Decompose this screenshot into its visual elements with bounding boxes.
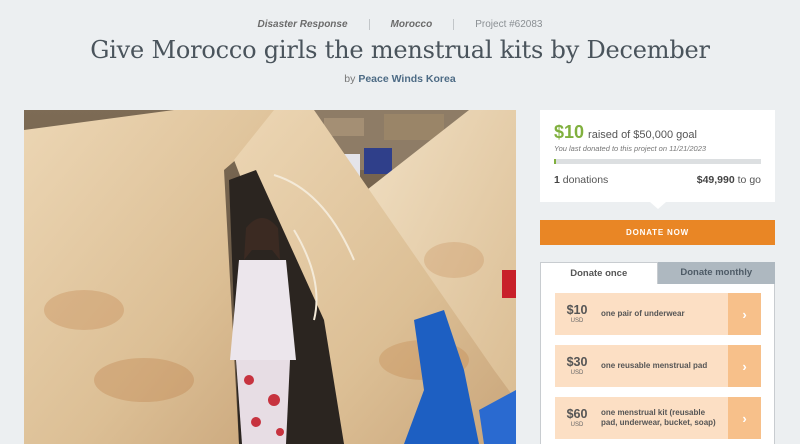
option-amount: $30 USD bbox=[555, 356, 599, 377]
donation-count-label: donations bbox=[562, 174, 609, 186]
breadcrumb-country-link[interactable]: Morocco bbox=[391, 19, 433, 30]
donation-options-panel: $10 USD one pair of underwear › $30 USD … bbox=[540, 284, 775, 444]
last-donation-note: You last donated to this project on 11/2… bbox=[554, 144, 707, 153]
option-price: $60 bbox=[566, 406, 588, 421]
donation-option-60[interactable]: $60 USD one menstrual kit (reusable pad,… bbox=[555, 397, 761, 439]
remaining-amount-label: to go bbox=[737, 174, 761, 186]
chevron-right-icon[interactable]: › bbox=[728, 397, 761, 439]
donation-option-30[interactable]: $30 USD one reusable menstrual pad › bbox=[555, 345, 761, 387]
option-description: one menstrual kit (reusable pad, underwe… bbox=[601, 408, 716, 427]
remaining-amount: $49,990 to go bbox=[697, 174, 761, 186]
option-currency: USD bbox=[570, 422, 584, 429]
donation-count-value: 1 bbox=[554, 174, 560, 186]
organization-link[interactable]: Peace Winds Korea bbox=[358, 73, 455, 85]
donate-now-button[interactable]: DONATE NOW bbox=[540, 220, 775, 245]
project-id: Project #62083 bbox=[475, 19, 543, 30]
breadcrumb-category-link[interactable]: Disaster Response bbox=[258, 19, 348, 30]
card-pointer bbox=[650, 202, 666, 209]
project-photo bbox=[24, 110, 516, 444]
option-currency: USD bbox=[570, 318, 584, 325]
goal-text: raised of $50,000 goal bbox=[588, 129, 697, 141]
breadcrumb-divider bbox=[453, 19, 455, 30]
option-amount: $60 USD bbox=[555, 408, 599, 429]
breadcrumb: Disaster Response Morocco Project #62083 bbox=[0, 19, 800, 30]
option-amount: $10 USD bbox=[555, 304, 599, 325]
option-currency: USD bbox=[570, 370, 584, 377]
breadcrumb-divider bbox=[368, 19, 370, 30]
byline-prefix: by bbox=[344, 73, 356, 85]
chevron-right-icon[interactable]: › bbox=[728, 293, 761, 335]
donation-option-10[interactable]: $10 USD one pair of underwear › bbox=[555, 293, 761, 335]
option-description: one reusable menstrual pad bbox=[601, 361, 708, 370]
progress-bar bbox=[554, 159, 761, 164]
option-description: one pair of underwear bbox=[601, 309, 685, 318]
progress-bar-fill bbox=[554, 159, 556, 164]
option-price: $30 bbox=[566, 354, 588, 369]
funding-progress-card: $10 raised of $50,000 goal You last dona… bbox=[540, 110, 775, 209]
tab-donate-monthly[interactable]: Donate monthly bbox=[657, 262, 775, 284]
remaining-amount-value: $49,990 bbox=[696, 174, 735, 186]
chevron-right-icon[interactable]: › bbox=[728, 345, 761, 387]
donation-frequency-tabs: Donate once Donate monthly bbox=[540, 262, 775, 284]
page-title: Give Morocco girls the menstrual kits by… bbox=[90, 36, 710, 64]
raised-summary: $10 raised of $50,000 goal bbox=[554, 122, 761, 143]
option-price: $10 bbox=[566, 302, 588, 317]
donation-count: 1 donations bbox=[554, 174, 608, 186]
byline: by Peace Winds Korea bbox=[0, 73, 800, 85]
raised-amount: $10 bbox=[554, 122, 585, 142]
donation-stats: 1 donations $49,990 to go bbox=[554, 174, 761, 186]
tab-donate-once[interactable]: Donate once bbox=[540, 262, 658, 284]
